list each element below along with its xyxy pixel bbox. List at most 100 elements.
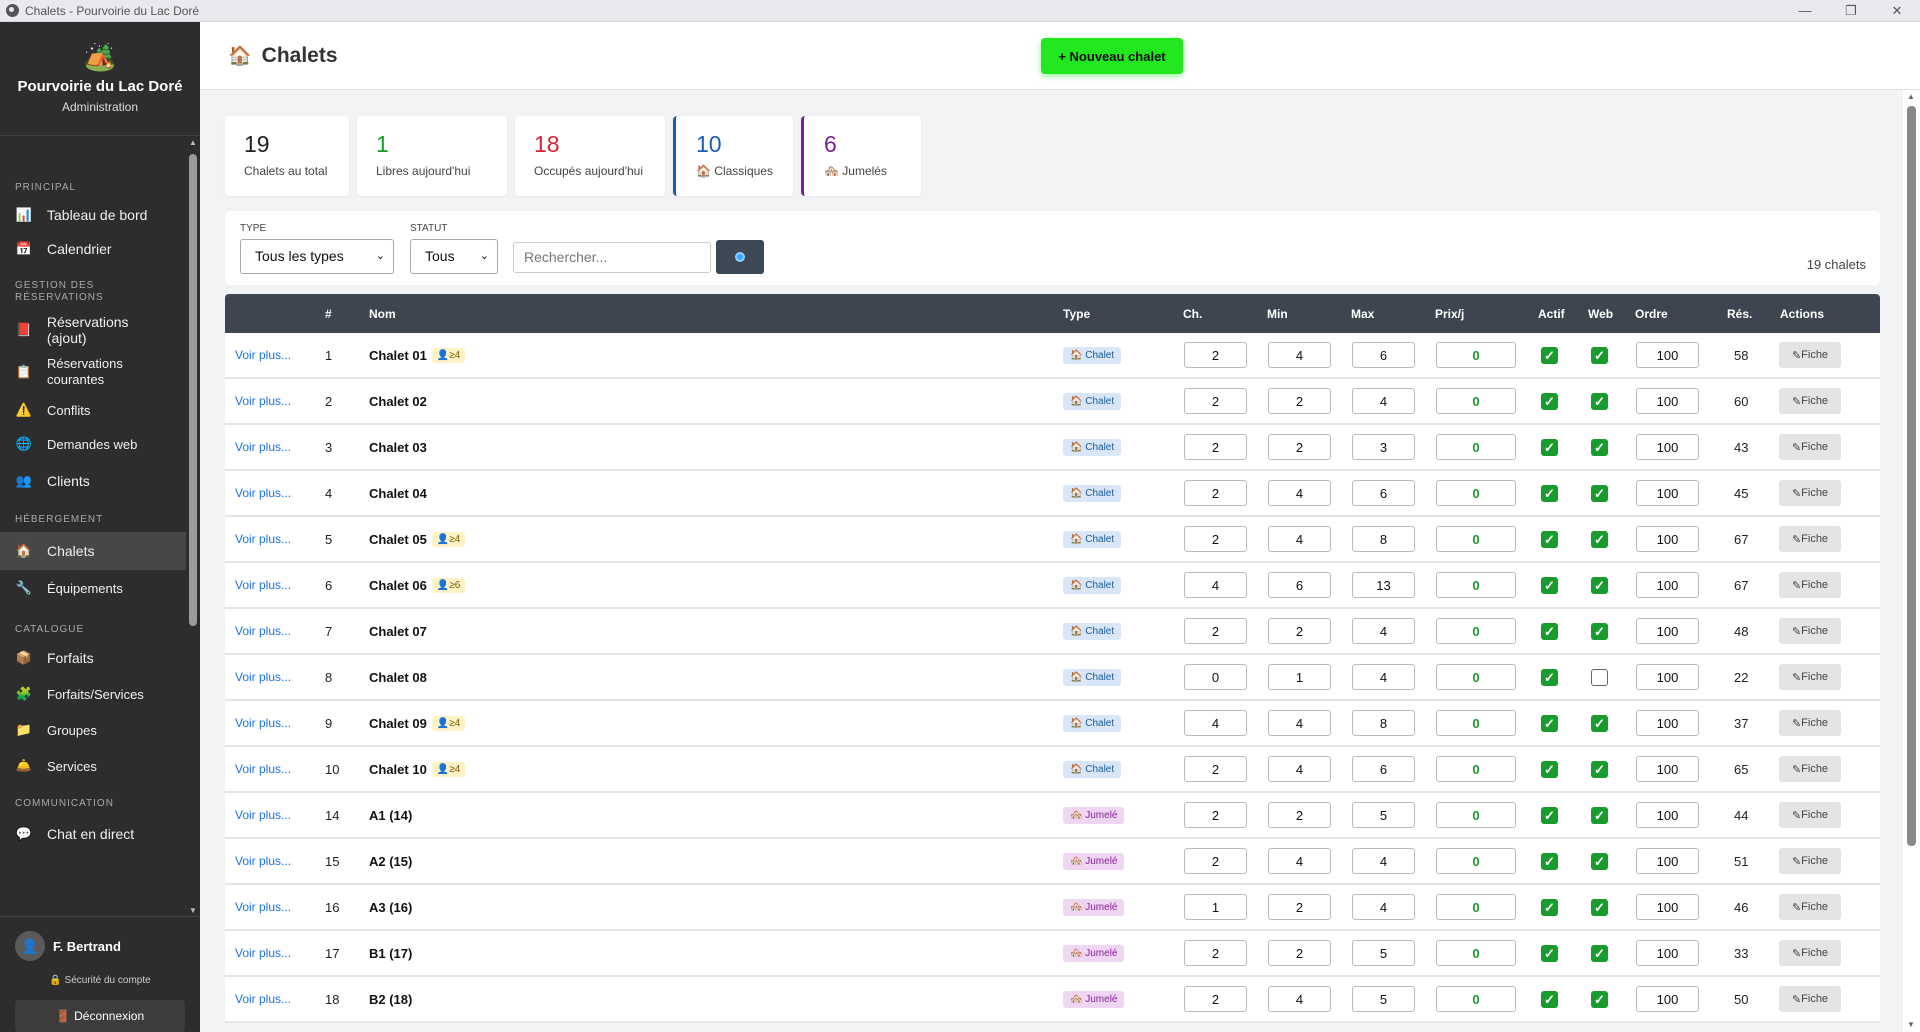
max-input[interactable]: 4 (1352, 388, 1415, 414)
web-checkbox[interactable]: ✓ (1591, 438, 1608, 456)
sidebar-item-conflicts[interactable]: ⚠️ Conflits (0, 394, 186, 426)
active-checkbox[interactable]: ✓ (1541, 346, 1558, 364)
see-more-link[interactable]: Voir plus... (235, 578, 291, 592)
web-checkbox[interactable]: ✓ (1591, 392, 1608, 410)
max-input[interactable]: 6 (1352, 756, 1415, 782)
max-input[interactable]: 3 (1352, 434, 1415, 460)
order-input[interactable]: 100 (1636, 710, 1699, 736)
see-more-link[interactable]: Voir plus... (235, 348, 291, 362)
active-checkbox[interactable]: ✓ (1541, 484, 1558, 502)
col-num[interactable]: # (325, 307, 332, 321)
col-reservations[interactable]: Rés. (1727, 307, 1752, 321)
web-checkbox[interactable]: ✓ (1591, 806, 1608, 824)
active-checkbox[interactable]: ✓ (1541, 714, 1558, 732)
new-chalet-button[interactable]: + Nouveau chalet (1041, 38, 1183, 74)
web-checkbox[interactable]: ✓ (1591, 760, 1608, 778)
price-input[interactable]: 0 (1436, 572, 1516, 598)
rooms-input[interactable]: 2 (1184, 986, 1247, 1012)
rooms-input[interactable]: 1 (1184, 894, 1247, 920)
rooms-input[interactable]: 2 (1184, 802, 1247, 828)
sidebar-item-web-requests[interactable]: 🌐 Demandes web (0, 426, 186, 462)
fiche-button[interactable]: ✎ Fiche (1779, 986, 1841, 1012)
see-more-link[interactable]: Voir plus... (235, 670, 291, 684)
see-more-link[interactable]: Voir plus... (235, 854, 291, 868)
active-checkbox[interactable]: ✓ (1541, 622, 1558, 640)
max-input[interactable]: 5 (1352, 986, 1415, 1012)
max-input[interactable]: 5 (1352, 940, 1415, 966)
active-checkbox[interactable]: ✓ (1541, 576, 1558, 594)
fiche-button[interactable]: ✎ Fiche (1779, 572, 1841, 598)
see-more-link[interactable]: Voir plus... (235, 762, 291, 776)
fiche-button[interactable]: ✎ Fiche (1779, 526, 1841, 552)
rooms-input[interactable]: 2 (1184, 618, 1247, 644)
price-input[interactable]: 0 (1436, 894, 1516, 920)
rooms-input[interactable]: 2 (1184, 342, 1247, 368)
fiche-button[interactable]: ✎ Fiche (1779, 940, 1841, 966)
col-min[interactable]: Min (1267, 307, 1288, 321)
price-input[interactable]: 0 (1436, 986, 1516, 1012)
fiche-button[interactable]: ✎ Fiche (1779, 848, 1841, 874)
max-input[interactable]: 4 (1352, 894, 1415, 920)
fiche-button[interactable]: ✎ Fiche (1779, 894, 1841, 920)
fiche-button[interactable]: ✎ Fiche (1779, 802, 1841, 828)
scroll-up-icon[interactable]: ▲ (189, 138, 197, 147)
order-input[interactable]: 100 (1636, 434, 1699, 460)
fiche-button[interactable]: ✎ Fiche (1779, 434, 1841, 460)
fiche-button[interactable]: ✎ Fiche (1779, 388, 1841, 414)
type-select[interactable]: Tous les types ⌄ (240, 239, 394, 274)
active-checkbox[interactable]: ✓ (1541, 898, 1558, 916)
sidebar-item-reservations-add[interactable]: 📕 Réservations (ajout) (0, 310, 186, 350)
see-more-link[interactable]: Voir plus... (235, 394, 291, 408)
sidebar-item-chalets[interactable]: 🏠 Chalets (0, 532, 186, 570)
see-more-link[interactable]: Voir plus... (235, 992, 291, 1006)
rooms-input[interactable]: 2 (1184, 940, 1247, 966)
min-input[interactable]: 2 (1268, 388, 1331, 414)
min-input[interactable]: 4 (1268, 526, 1331, 552)
see-more-link[interactable]: Voir plus... (235, 486, 291, 500)
min-input[interactable]: 4 (1268, 848, 1331, 874)
see-more-link[interactable]: Voir plus... (235, 900, 291, 914)
sidebar-item-services[interactable]: 🛎️ Services (0, 748, 186, 784)
price-input[interactable]: 0 (1436, 802, 1516, 828)
rooms-input[interactable]: 2 (1184, 434, 1247, 460)
max-input[interactable]: 4 (1352, 618, 1415, 644)
see-more-link[interactable]: Voir plus... (235, 440, 291, 454)
see-more-link[interactable]: Voir plus... (235, 808, 291, 822)
web-checkbox[interactable]: ✓ (1591, 898, 1608, 916)
order-input[interactable]: 100 (1636, 940, 1699, 966)
price-input[interactable]: 0 (1436, 664, 1516, 690)
fiche-button[interactable]: ✎ Fiche (1779, 756, 1841, 782)
sidebar-item-reservations-current[interactable]: 📋 Réservations courantes (0, 350, 186, 394)
active-checkbox[interactable]: ✓ (1541, 668, 1558, 686)
min-input[interactable]: 2 (1268, 940, 1331, 966)
min-input[interactable]: 4 (1268, 986, 1331, 1012)
order-input[interactable]: 100 (1636, 756, 1699, 782)
min-input[interactable]: 2 (1268, 618, 1331, 644)
see-more-link[interactable]: Voir plus... (235, 624, 291, 638)
min-input[interactable]: 4 (1268, 756, 1331, 782)
sidebar-scroll-thumb[interactable] (189, 154, 197, 626)
order-input[interactable]: 100 (1636, 802, 1699, 828)
fiche-button[interactable]: ✎ Fiche (1779, 618, 1841, 644)
rooms-input[interactable]: 2 (1184, 526, 1247, 552)
order-input[interactable]: 100 (1636, 388, 1699, 414)
scroll-down-icon[interactable]: ▼ (189, 906, 197, 915)
web-checkbox[interactable]: ✓ (1591, 944, 1608, 962)
rooms-input[interactable]: 2 (1184, 480, 1247, 506)
price-input[interactable]: 0 (1436, 618, 1516, 644)
rooms-input[interactable]: 0 (1184, 664, 1247, 690)
active-checkbox[interactable]: ✓ (1541, 990, 1558, 1008)
price-input[interactable]: 0 (1436, 940, 1516, 966)
web-checkbox[interactable]: ✓ (1591, 852, 1608, 870)
price-input[interactable]: 0 (1436, 710, 1516, 736)
order-input[interactable]: 100 (1636, 572, 1699, 598)
order-input[interactable]: 100 (1636, 480, 1699, 506)
close-icon[interactable]: ✕ (1874, 0, 1920, 22)
order-input[interactable]: 100 (1636, 894, 1699, 920)
account-security-link[interactable]: 🔒 Sécurité du compte (0, 975, 200, 986)
sidebar-item-clients[interactable]: 👥 Clients (0, 462, 186, 500)
min-input[interactable]: 4 (1268, 480, 1331, 506)
minimize-icon[interactable]: — (1782, 0, 1828, 22)
min-input[interactable]: 2 (1268, 802, 1331, 828)
web-checkbox[interactable]: ✓ (1591, 530, 1608, 548)
